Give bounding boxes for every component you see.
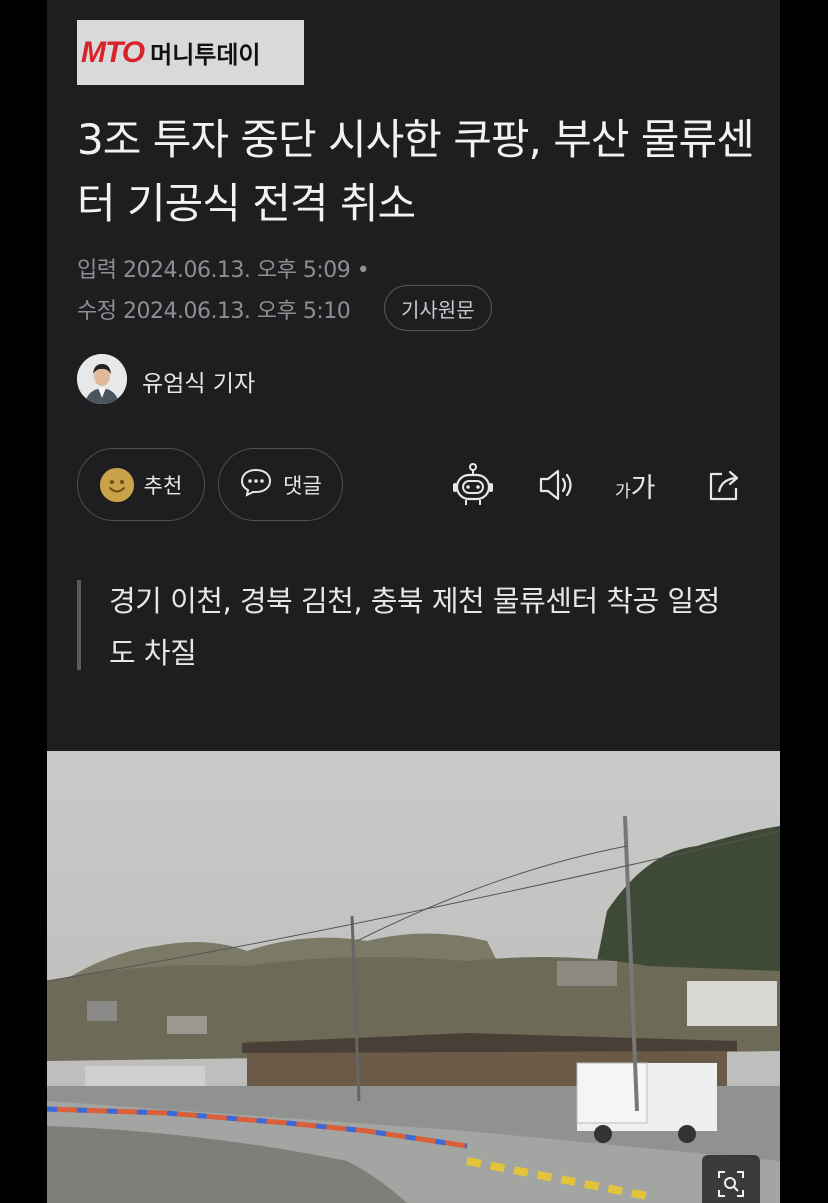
original-article-button[interactable]: 기사원문	[384, 285, 492, 331]
speech-bubble-icon	[239, 465, 273, 504]
publisher-logo[interactable]: MTO 머니투데이	[77, 20, 304, 85]
article-subheading: 경기 이천, 경북 김천, 충북 제천 물류센터 착공 일정도 차질	[109, 584, 720, 670]
font-size-button[interactable]: 가가	[615, 466, 655, 505]
logo-mark: MTO	[81, 35, 145, 69]
zoom-icon[interactable]	[702, 1155, 760, 1203]
comment-button[interactable]: 댓글	[218, 448, 343, 521]
reporter-name[interactable]: 유엄식 기자	[142, 364, 255, 398]
article-headline: 3조 투자 중단 시사한 쿠팡, 부산 물류센터 기공식 전격 취소	[77, 115, 755, 228]
speaker-icon[interactable]	[536, 460, 578, 510]
font-size-large: 가	[630, 473, 656, 504]
share-icon[interactable]	[705, 460, 745, 510]
reporter-avatar[interactable]	[77, 354, 127, 404]
subheading-bar	[77, 580, 81, 670]
font-size-small: 가	[615, 482, 631, 502]
article-page: MTO 머니투데이 3조 투자 중단 시사한 쿠팡, 부산 물류센터 기공식 전…	[47, 0, 780, 1203]
comment-label: 댓글	[283, 473, 322, 498]
like-label: 추천	[143, 473, 183, 498]
like-button[interactable]: 추천	[77, 448, 205, 521]
modified-date: 수정 2024.06.13. 오후 5:10	[77, 299, 351, 324]
robot-icon[interactable]	[450, 460, 496, 510]
article-photo[interactable]	[47, 751, 780, 1203]
logo-text: 머니투데이	[150, 41, 261, 69]
published-date: 입력 2024.06.13. 오후 5:09 •	[77, 258, 370, 283]
smile-icon	[99, 467, 134, 502]
